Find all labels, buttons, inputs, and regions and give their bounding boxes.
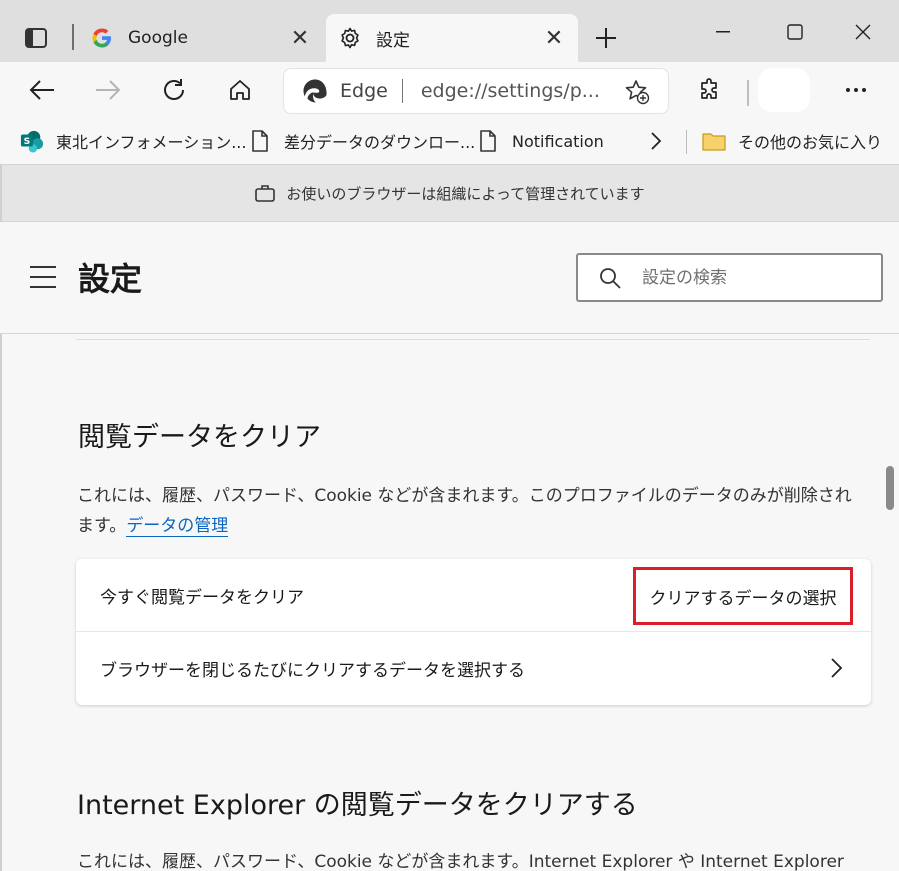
tab-separator xyxy=(72,24,74,50)
page-title: 設定 xyxy=(78,260,143,298)
page-icon xyxy=(248,129,272,153)
favorite-item-diff-download[interactable]: 差分データのダウンロー... xyxy=(248,124,475,158)
toolbar-separator xyxy=(747,80,749,106)
home-icon xyxy=(230,80,250,100)
clear-now-row: 今すぐ閲覧データをクリア クリアするデータの選択 xyxy=(76,559,871,632)
extensions-button[interactable] xyxy=(690,70,730,110)
favorite-item-tohoku[interactable]: S 東北インフォメーション... xyxy=(20,124,246,158)
settings-content: 閲覧データをクリア これには、履歴、パスワード、Cookie などが含まれます。… xyxy=(0,335,899,871)
close-icon xyxy=(855,24,871,40)
favorite-label: Notification xyxy=(512,131,604,151)
search-input[interactable] xyxy=(642,267,842,288)
scrollbar-thumb[interactable] xyxy=(886,466,894,510)
choose-what-to-clear-button[interactable]: クリアするデータの選択 xyxy=(633,567,853,625)
site-label: Edge xyxy=(340,80,388,102)
tab-google[interactable]: Google ✕ xyxy=(78,14,324,62)
favorites-overflow-button[interactable] xyxy=(650,124,662,158)
ie-clear-data-heading: Internet Explorer の閲覧データをクリアする xyxy=(77,790,638,821)
settings-search-box[interactable] xyxy=(576,253,883,302)
google-icon xyxy=(90,26,114,50)
svg-text:S: S xyxy=(24,136,31,147)
manage-data-link[interactable]: データの管理 xyxy=(126,516,229,537)
clear-data-card: 今すぐ閲覧データをクリア クリアするデータの選択 ブラウザーを閉じるたびにクリア… xyxy=(76,559,871,705)
close-icon[interactable]: ✕ xyxy=(540,24,568,52)
close-window-button[interactable] xyxy=(840,14,886,50)
section-divider xyxy=(76,339,870,340)
maximize-icon xyxy=(787,24,803,40)
chevron-right-icon xyxy=(651,132,662,150)
profile-avatar[interactable] xyxy=(758,68,810,112)
maximize-button[interactable] xyxy=(772,14,818,50)
managed-banner-text: お使いのブラウザーは組織によって管理されています xyxy=(286,184,645,203)
address-divider xyxy=(401,79,403,103)
add-favorite-icon[interactable] xyxy=(624,79,650,105)
clear-browsing-data-heading: 閲覧データをクリア xyxy=(78,422,321,453)
more-menu-button[interactable] xyxy=(836,70,876,110)
favorite-item-notification[interactable]: Notification xyxy=(476,124,604,158)
url-text[interactable]: edge://settings/p... xyxy=(421,80,600,102)
more-dots-icon xyxy=(846,88,866,92)
plus-icon xyxy=(596,28,616,48)
favorites-bar: S 東北インフォメーション... 差分データのダウンロー... Notifica… xyxy=(0,118,899,164)
tab-label: 設定 xyxy=(376,30,410,51)
gear-icon xyxy=(338,26,362,50)
managed-banner: お使いのブラウザーは組織によって管理されています xyxy=(0,164,899,222)
ie-clear-data-description: これには、履歴、パスワード、Cookie などが含まれます。Internet E… xyxy=(77,852,844,871)
folder-icon xyxy=(702,129,726,153)
settings-header: 設定 xyxy=(0,222,899,334)
back-button[interactable] xyxy=(22,70,62,110)
forward-arrow-icon xyxy=(96,80,121,100)
tab-strip: Google ✕ 設定 ✕ xyxy=(0,0,899,62)
minimize-button[interactable] xyxy=(700,14,746,50)
favorite-item-other-folder[interactable]: その他のお気に入り xyxy=(702,124,882,158)
tab-settings[interactable]: 設定 ✕ xyxy=(326,14,578,62)
favorite-label: 差分データのダウンロー... xyxy=(284,133,476,152)
chevron-right-icon xyxy=(831,658,843,678)
refresh-icon xyxy=(164,79,184,100)
edge-icon xyxy=(303,79,327,103)
clear-browsing-data-description: これには、履歴、パスワード、Cookie などが含まれます。このプロファイルのデ… xyxy=(77,481,867,541)
forward-button[interactable] xyxy=(88,70,128,110)
favorite-label: その他のお気に入り xyxy=(738,133,883,152)
puzzle-icon xyxy=(701,78,717,99)
address-bar[interactable]: Edge edge://settings/p... xyxy=(283,68,669,114)
briefcase-icon xyxy=(255,185,276,202)
tab-actions-icon xyxy=(25,28,47,48)
tab-label: Google xyxy=(128,28,188,48)
search-icon xyxy=(600,267,621,289)
clear-on-close-row[interactable]: ブラウザーを閉じるたびにクリアするデータを選択する xyxy=(76,632,871,705)
new-tab-button[interactable] xyxy=(588,22,624,54)
back-arrow-icon xyxy=(29,80,54,100)
favorite-label: 東北インフォメーション... xyxy=(56,133,247,152)
sharepoint-icon: S xyxy=(20,129,44,153)
clear-on-close-label: ブラウザーを閉じるたびにクリアするデータを選択する xyxy=(100,661,525,681)
close-icon[interactable]: ✕ xyxy=(286,24,314,52)
home-button[interactable] xyxy=(220,70,260,110)
minimize-icon xyxy=(716,31,730,33)
refresh-button[interactable] xyxy=(154,70,194,110)
page-icon xyxy=(476,129,500,153)
favorites-separator xyxy=(686,130,687,154)
hamburger-menu-icon[interactable] xyxy=(30,266,56,288)
tab-actions-button[interactable] xyxy=(14,18,58,58)
